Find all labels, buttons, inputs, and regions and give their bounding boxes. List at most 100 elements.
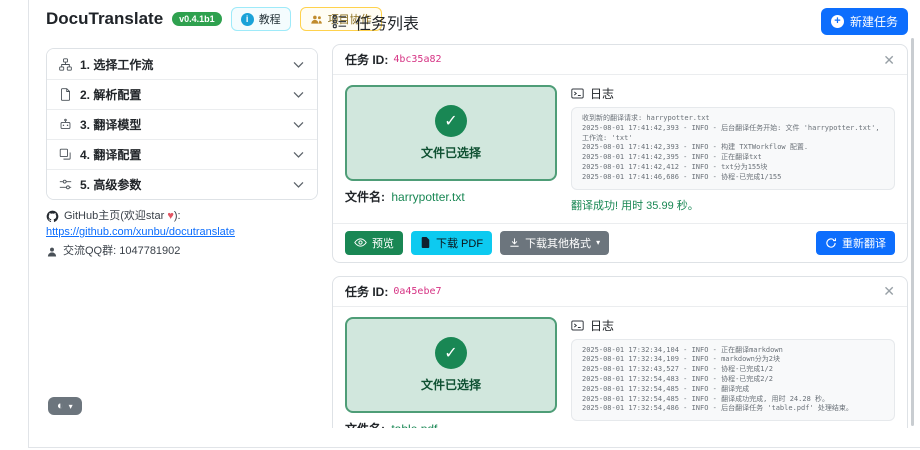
log-line: 2025-08-01 17:32:54,485 - INFO - 翻译成功完成,… — [582, 395, 884, 405]
sidebar: 1. 选择工作流 2. 解析配置 3. 翻译模型 — [46, 48, 318, 200]
info-icon: i — [241, 13, 254, 26]
log-line: 2025-08-01 17:41:42,412 - INFO - txt分为15… — [582, 163, 884, 173]
download-other-button-label: 下载其他格式 — [525, 235, 591, 251]
caret-down-icon: ▾ — [596, 238, 600, 247]
log-line: 2025-08-01 17:32:54,483 - INFO - 协程-已完成2… — [582, 375, 884, 385]
file-name-value: harrypotter.txt — [391, 190, 464, 204]
footer-links: GitHub主页(欢迎star ♥): https://github.com/x… — [46, 209, 235, 260]
download-icon — [509, 237, 520, 248]
github-link[interactable]: https://github.com/xunbu/docutranslate — [46, 226, 235, 238]
sliders-icon — [59, 178, 72, 191]
file-name-row: 文件名: harrypotter.txt — [345, 188, 557, 205]
window-frame-left — [28, 0, 29, 448]
scrollbar[interactable] — [911, 38, 914, 426]
chevron-down-icon — [292, 118, 305, 131]
task-card-header: 任务 ID: 4bc35a82 ✕ — [333, 45, 907, 75]
page-title-label: 任务列表 — [355, 10, 419, 34]
github-label: GitHub主页(欢迎star ♥): — [64, 209, 181, 225]
log-line: 2025-08-01 17:41:42,393 - INFO - 后台翻译任务开… — [582, 124, 884, 144]
log-line: 2025-08-01 17:32:43,527 - INFO - 协程-已完成1… — [582, 365, 884, 375]
tutorial-button[interactable]: i 教程 — [231, 7, 291, 31]
task-id-value: 0a45ebe7 — [393, 286, 441, 297]
chevron-down-icon — [292, 88, 305, 101]
version-badge: v0.4.1b1 — [172, 12, 222, 26]
file-pdf-icon — [420, 237, 431, 248]
log-header: 日志 — [571, 317, 895, 334]
caret-down-icon: ▾ — [69, 402, 73, 411]
log-line: 2025-08-01 17:41:42,395 - INFO - 正在翻译txt — [582, 153, 884, 163]
terminal-icon — [571, 319, 584, 332]
check-icon: ✓ — [435, 105, 467, 137]
theme-contrast-icon: ◐ — [57, 400, 64, 412]
file-name-row: 文件名: table.pdf — [345, 420, 557, 428]
sidebar-item-advanced-params[interactable]: 5. 高级参数 — [47, 169, 317, 199]
new-task-button-label: 新建任务 — [850, 13, 898, 30]
log-title: 日志 — [590, 85, 614, 102]
preview-button[interactable]: 预览 — [345, 231, 403, 255]
workflow-icon — [59, 58, 72, 71]
sidebar-item-translate-config[interactable]: 4. 翻译配置 — [47, 139, 317, 169]
log-line: 2025-08-01 17:41:46,686 - INFO - 协程-已完成1… — [582, 173, 884, 183]
file-icon — [59, 88, 72, 101]
window-frame-bottom — [28, 447, 920, 448]
task-list-panel: 任务列表 + 新建任务 任务 ID: 4bc35a82 ✕ ✓ 文件已选择 文件… — [332, 0, 908, 428]
sidebar-item-label: 1. 选择工作流 — [80, 56, 284, 73]
download-pdf-button[interactable]: 下载 PDF — [411, 231, 492, 255]
page-title: 任务列表 — [332, 10, 419, 34]
sidebar-item-label: 2. 解析配置 — [80, 86, 284, 103]
preview-button-label: 预览 — [372, 235, 394, 251]
result-message: 翻译成功! 用时 35.99 秒。 — [571, 197, 895, 213]
refresh-icon — [825, 237, 837, 249]
theme-toggle-button[interactable]: ◐ ▾ — [48, 397, 82, 415]
chevron-down-icon — [292, 148, 305, 161]
close-icon[interactable]: ✕ — [883, 284, 895, 298]
file-drop-zone[interactable]: ✓ 文件已选择 — [345, 85, 557, 181]
workflow-accordion: 1. 选择工作流 2. 解析配置 3. 翻译模型 — [46, 48, 318, 200]
task-card: 任务 ID: 4bc35a82 ✕ ✓ 文件已选择 文件名: harrypott… — [332, 44, 908, 263]
qq-icon — [46, 246, 58, 258]
download-pdf-button-label: 下载 PDF — [436, 235, 483, 251]
log-header: 日志 — [571, 85, 895, 102]
sidebar-item-label: 3. 翻译模型 — [80, 116, 284, 133]
log-title: 日志 — [590, 317, 614, 334]
task-id-label: 任务 ID: — [345, 51, 388, 68]
people-icon — [310, 13, 323, 26]
app-title: DocuTranslate — [46, 9, 163, 29]
new-task-button[interactable]: + 新建任务 — [821, 8, 908, 35]
file-column: ✓ 文件已选择 文件名: table.pdf — [345, 317, 557, 428]
task-card-body: ✓ 文件已选择 文件名: table.pdf 日志 2025-08-01 17:… — [333, 307, 907, 428]
robot-icon — [59, 118, 72, 131]
log-line: 2025-08-01 17:32:54,485 - INFO - 翻译完成 — [582, 385, 884, 395]
task-card-header: 任务 ID: 0a45ebe7 ✕ — [333, 277, 907, 307]
log-line: 2025-08-01 17:32:54,486 - INFO - 后台翻译任务 … — [582, 404, 884, 414]
file-name-label: 文件名: — [345, 190, 385, 204]
file-drop-zone[interactable]: ✓ 文件已选择 — [345, 317, 557, 413]
log-line: 收到新的翻译请求: harrypotter.txt — [582, 114, 884, 124]
sidebar-item-label: 4. 翻译配置 — [80, 146, 284, 163]
download-other-button[interactable]: 下载其他格式 ▾ — [500, 231, 609, 255]
task-card: 任务 ID: 0a45ebe7 ✕ ✓ 文件已选择 文件名: table.pdf — [332, 276, 908, 428]
log-line: 2025-08-01 17:32:34,104 - INFO - 正在翻译mar… — [582, 346, 884, 356]
sidebar-item-workflow[interactable]: 1. 选择工作流 — [47, 49, 317, 79]
sidebar-item-parse-config[interactable]: 2. 解析配置 — [47, 79, 317, 109]
eye-icon — [354, 236, 367, 249]
sidebar-item-translate-model[interactable]: 3. 翻译模型 — [47, 109, 317, 139]
file-name-value: table.pdf — [391, 422, 437, 428]
close-icon[interactable]: ✕ — [883, 53, 895, 67]
task-list-header: 任务列表 + 新建任务 — [332, 0, 908, 44]
check-icon: ✓ — [435, 337, 467, 369]
retranslate-button[interactable]: 重新翻译 — [816, 231, 895, 255]
log-column: 日志 收到新的翻译请求: harrypotter.txt 2025-08-01 … — [571, 85, 895, 213]
task-card-body: ✓ 文件已选择 文件名: harrypotter.txt 日志 收到新的翻译请求… — [333, 75, 907, 223]
log-column: 日志 2025-08-01 17:32:34,104 - INFO - 正在翻译… — [571, 317, 895, 428]
qq-group-label: 交流QQ群: 1047781902 — [63, 244, 180, 260]
log-line: 2025-08-01 17:41:42,393 - INFO - 构建 TXTW… — [582, 143, 884, 153]
translate-icon — [59, 148, 72, 161]
log-line: 2025-08-01 17:32:34,109 - INFO - markdow… — [582, 355, 884, 365]
log-output: 2025-08-01 17:32:34,104 - INFO - 正在翻译mar… — [571, 339, 895, 422]
file-name-label: 文件名: — [345, 422, 385, 428]
file-column: ✓ 文件已选择 文件名: harrypotter.txt — [345, 85, 557, 213]
plus-icon: + — [831, 15, 844, 28]
terminal-icon — [571, 87, 584, 100]
github-label-line: GitHub主页(欢迎star ♥): — [46, 209, 235, 225]
